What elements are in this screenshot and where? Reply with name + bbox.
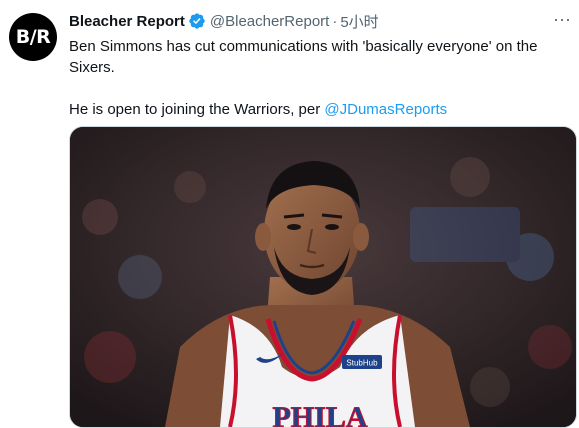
author-avatar[interactable]: B/R	[9, 13, 57, 61]
tweet-timestamp[interactable]: 5小时	[340, 11, 378, 32]
tweet-text-line-1: Ben Simmons has cut communications with …	[69, 38, 538, 76]
tweet-text: Ben Simmons has cut communications with …	[69, 36, 549, 120]
jersey-lettering: PHILA	[272, 401, 367, 427]
mention-link[interactable]: @JDumasReports	[324, 101, 447, 118]
verified-badge-icon	[189, 13, 205, 29]
tweet-text-line-2: He is open to joining the Warriors, per …	[69, 99, 549, 120]
more-options-icon[interactable]: ···	[550, 10, 574, 31]
tweet-media-photo[interactable]: StubHub PHILA	[69, 126, 577, 428]
avatar-logo-text: B/R	[15, 26, 51, 48]
player-photo: StubHub PHILA	[70, 127, 576, 427]
author-name[interactable]: Bleacher Report	[69, 13, 185, 30]
tweet-header: Bleacher Report @BleacherReport · 5小时	[69, 11, 379, 31]
author-handle[interactable]: @BleacherReport	[210, 13, 329, 30]
previous-tweet-cutoff	[0, 0, 579, 6]
sponsor-patch-text: StubHub	[346, 359, 378, 368]
tweet-text-prefix: He is open to joining the Warriors, per	[69, 101, 325, 118]
separator-dot: ·	[332, 12, 338, 30]
